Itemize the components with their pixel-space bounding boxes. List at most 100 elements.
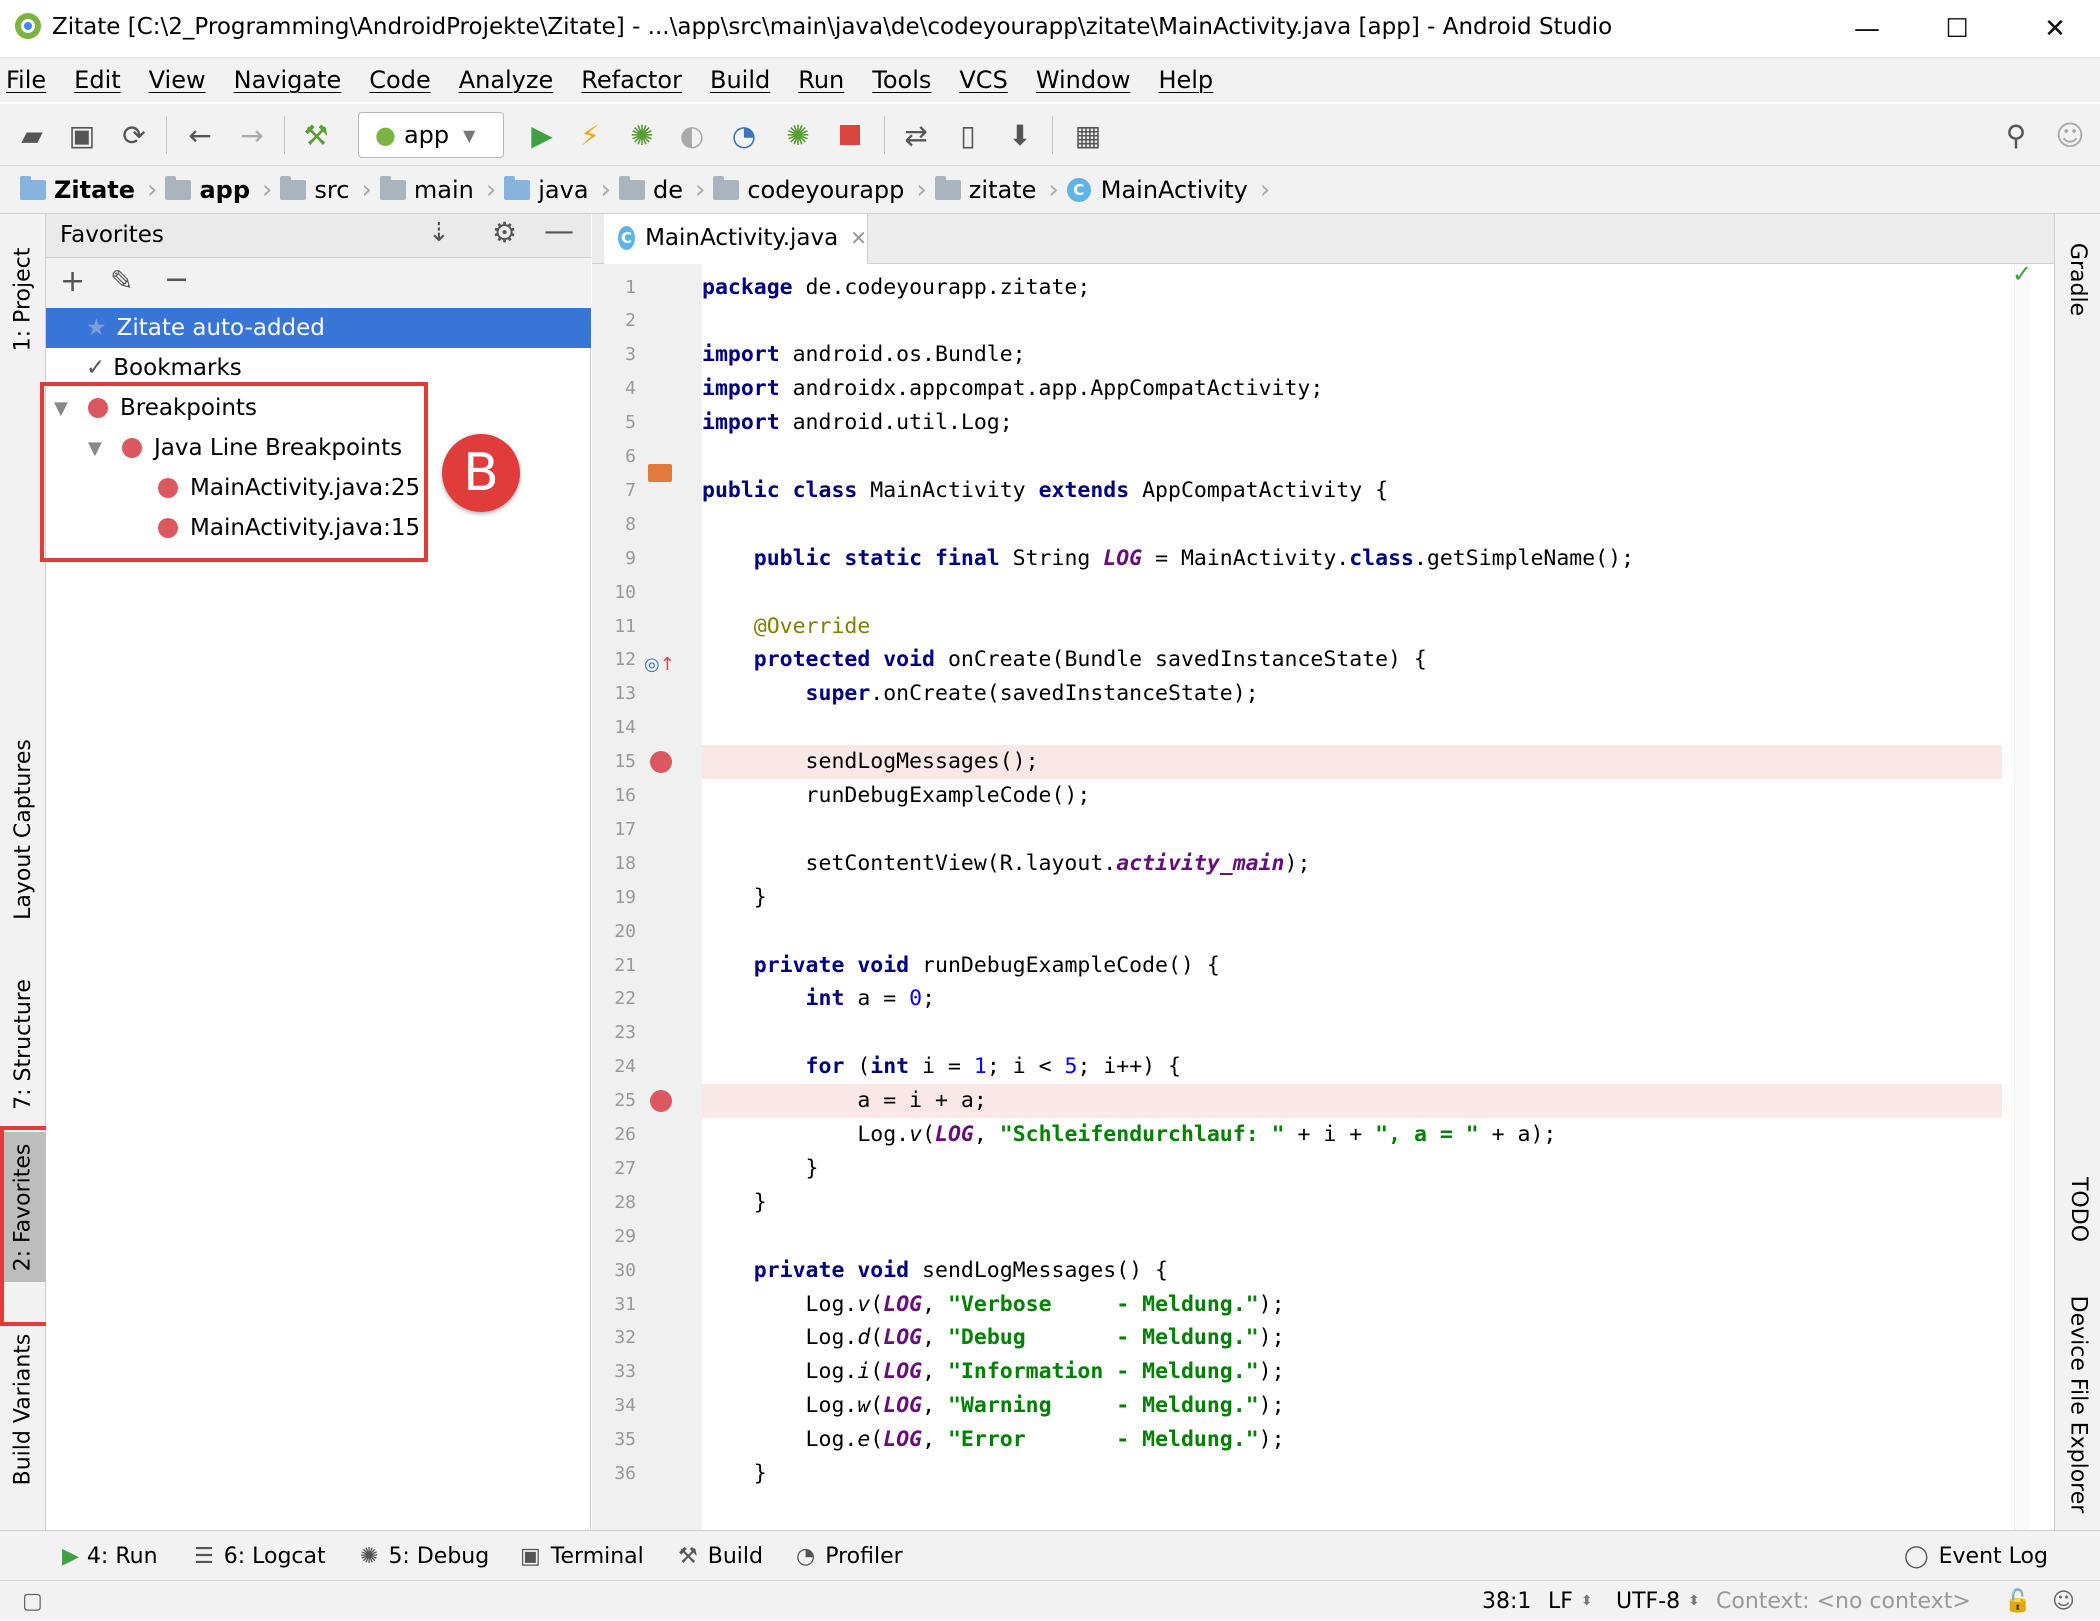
menu-analyze[interactable]: Analyze (459, 66, 554, 94)
line-number[interactable]: 31 (592, 1287, 636, 1321)
menu-window[interactable]: Window (1036, 66, 1131, 94)
avd-manager-icon[interactable]: ▯ (950, 118, 986, 152)
line-number[interactable]: 6 (592, 440, 636, 474)
close-tab-icon[interactable]: ✕ (850, 226, 867, 250)
line-number[interactable]: 19 (592, 880, 636, 914)
menu-tools[interactable]: Tools (872, 66, 931, 94)
hide-icon[interactable]: — (544, 214, 574, 249)
minimize-button[interactable]: — (1822, 0, 1912, 58)
breadcrumb-zitate[interactable]: Zitate (20, 175, 135, 204)
line-number[interactable]: 30 (592, 1253, 636, 1287)
line-number[interactable]: 33 (592, 1355, 636, 1389)
breadcrumb-app[interactable]: app (165, 175, 250, 204)
breadcrumb-de[interactable]: de (618, 175, 683, 204)
sync-icon[interactable]: ⟳ (116, 118, 152, 152)
line-number[interactable]: 34 (592, 1389, 636, 1423)
tab-todo[interactable]: TODO (2055, 1144, 2100, 1274)
breadcrumb-zitate-pkg[interactable]: zitate (934, 175, 1036, 204)
tab-structure[interactable]: 7: Structure (0, 954, 46, 1134)
line-separator[interactable]: LF ⬍ (1548, 1581, 1593, 1621)
line-number[interactable]: 20 (592, 914, 636, 948)
line-number[interactable]: 24 (592, 1050, 636, 1084)
breadcrumb-codeyourapp[interactable]: codeyourapp (713, 175, 904, 204)
save-icon[interactable]: ▣ (64, 118, 100, 152)
tab-mainactivity-java[interactable]: C MainActivity.java ✕ (604, 214, 868, 265)
open-icon[interactable]: ▰ (14, 118, 50, 152)
line-number[interactable]: 11 (592, 609, 636, 643)
line-number[interactable]: 12 (592, 643, 636, 677)
line-number[interactable]: 1 (592, 270, 636, 304)
search-icon[interactable]: ⚲ (1998, 118, 2034, 152)
menu-build[interactable]: Build (710, 66, 770, 94)
profile-icon[interactable]: ◔ (726, 118, 762, 152)
line-number[interactable]: 29 (592, 1219, 636, 1253)
apply-changes-icon[interactable]: ⚡ (572, 118, 608, 152)
stop-icon[interactable] (832, 118, 868, 152)
tab-build-variants[interactable]: Build Variants (0, 1304, 46, 1514)
breadcrumb-main[interactable]: main (379, 175, 474, 204)
close-button[interactable]: ✕ (2010, 0, 2100, 58)
line-number[interactable]: 23 (592, 1016, 636, 1050)
maximize-button[interactable]: ☐ (1912, 0, 2002, 58)
tab-device-file-explorer[interactable]: Device File Explorer (2055, 1284, 2100, 1524)
line-number[interactable]: 26 (592, 1118, 636, 1152)
tool-event-log[interactable]: ◯ Event Log (1904, 1531, 2048, 1581)
menu-edit[interactable]: Edit (74, 66, 120, 94)
line-number[interactable]: 22 (592, 982, 636, 1016)
line-number[interactable]: 28 (592, 1185, 636, 1219)
line-number[interactable]: 4 (592, 372, 636, 406)
add-icon[interactable]: + (60, 264, 85, 299)
line-number[interactable]: 18 (592, 846, 636, 880)
menu-file[interactable]: File (6, 66, 46, 94)
run-config-select[interactable]: ● app ▼ (358, 112, 504, 158)
code-editor[interactable]: package de.codeyourapp.zitate; import an… (702, 260, 2054, 1530)
tool-run[interactable]: ▶ 4: Run (62, 1531, 158, 1581)
menu-vcs[interactable]: VCS (959, 66, 1007, 94)
menu-help[interactable]: Help (1158, 66, 1213, 94)
line-number[interactable]: 14 (592, 711, 636, 745)
breadcrumb-src[interactable]: src (280, 175, 349, 204)
line-number[interactable]: 17 (592, 812, 636, 846)
line-number[interactable]: 32 (592, 1321, 636, 1355)
run-icon[interactable]: ▶ (524, 118, 560, 152)
line-number[interactable]: 10 (592, 575, 636, 609)
menu-view[interactable]: View (149, 66, 206, 94)
collapse-all-icon[interactable]: ⇣ (428, 218, 450, 248)
remove-icon[interactable]: − (164, 262, 189, 297)
line-number[interactable]: 8 (592, 507, 636, 541)
back-icon[interactable]: ← (182, 118, 218, 152)
project-structure-icon[interactable]: ▦ (1070, 118, 1106, 152)
caret-position[interactable]: 38:1 (1482, 1581, 1531, 1621)
breadcrumb-mainactivity[interactable]: C MainActivity (1066, 176, 1248, 204)
sdk-manager-icon[interactable]: ⬇ (1002, 118, 1038, 152)
line-number-gutter[interactable]: ◎↑ 1 2 3 4 5 6 7 8 9 10 11 12 13 14 15 16 17 18 19 20 21 22 23… (592, 264, 702, 1530)
coverage-icon[interactable]: ◐ (674, 118, 710, 152)
make-project-icon[interactable]: ⚒ (298, 118, 334, 152)
tab-layout-captures[interactable]: Layout Captures (0, 714, 46, 944)
line-number[interactable]: 5 (592, 406, 636, 440)
line-number[interactable]: 15 (592, 745, 636, 779)
scrollbar[interactable] (2014, 264, 2030, 1530)
breadcrumb-java[interactable]: java (504, 175, 589, 204)
tab-project[interactable]: 1: Project (0, 224, 46, 374)
line-number[interactable]: 7 (592, 473, 636, 507)
line-number[interactable]: 3 (592, 338, 636, 372)
toggle-tool-windows-icon[interactable]: ▢ (22, 1581, 43, 1621)
sync-gradle-icon[interactable]: ⇄ (898, 118, 934, 152)
user-icon[interactable]: ☺ (2052, 118, 2088, 152)
breakpoint-marker[interactable] (650, 750, 672, 773)
tree-item-zitate[interactable]: ★ Zitate auto-added (46, 308, 591, 348)
line-number[interactable]: 21 (592, 948, 636, 982)
line-number[interactable]: 35 (592, 1423, 636, 1457)
edit-icon[interactable]: ✎ (110, 264, 133, 297)
menu-refactor[interactable]: Refactor (581, 66, 682, 94)
file-encoding[interactable]: UTF-8 ⬍ (1616, 1581, 1700, 1621)
layout-file-icon[interactable] (648, 464, 672, 482)
line-number[interactable]: 25 (592, 1084, 636, 1118)
tool-terminal[interactable]: ▣ Terminal (520, 1531, 644, 1581)
tool-debug[interactable]: ✺ 5: Debug (360, 1531, 489, 1581)
attach-debugger-icon[interactable]: ✺ (780, 118, 816, 152)
tool-build[interactable]: ⚒ Build (678, 1531, 763, 1581)
tab-gradle[interactable]: Gradle (2055, 224, 2100, 334)
line-number[interactable]: 13 (592, 677, 636, 711)
